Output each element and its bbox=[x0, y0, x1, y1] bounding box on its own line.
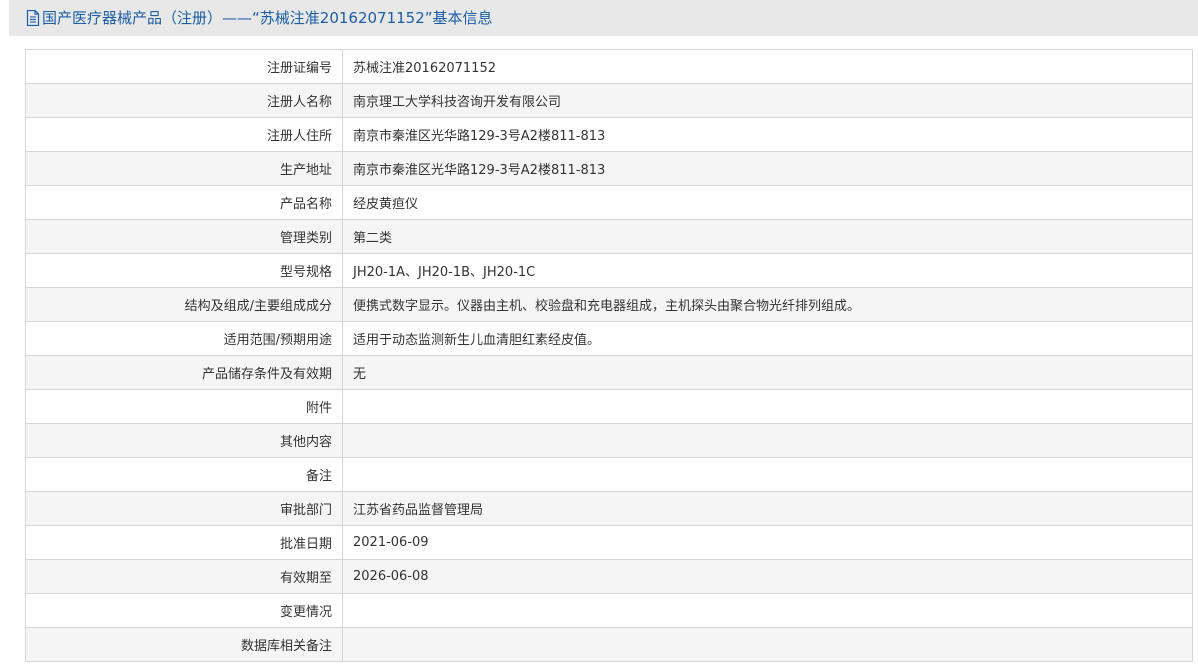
table-row: 审批部门 江苏省药品监督管理局 bbox=[25, 491, 1193, 526]
field-label: 产品储存条件及有效期 bbox=[25, 355, 343, 390]
field-label: 有效期至 bbox=[25, 559, 343, 594]
field-value bbox=[342, 457, 1193, 492]
table-row: 管理类别 第二类 bbox=[25, 219, 1193, 254]
table-row: 有效期至 2026-06-08 bbox=[25, 559, 1193, 594]
field-label: 适用范围/预期用途 bbox=[25, 321, 343, 356]
table-row: 适用范围/预期用途 适用于动态监测新生儿血清胆红素经皮值。 bbox=[25, 321, 1193, 356]
document-icon bbox=[26, 9, 40, 27]
field-value: 经皮黄疸仪 bbox=[342, 185, 1193, 220]
field-label: 数据库相关备注 bbox=[25, 627, 343, 662]
page-header: 国产医疗器械产品（注册）——“苏械注准20162071152”基本信息 bbox=[9, 0, 1198, 36]
field-value bbox=[342, 423, 1193, 458]
field-value: 便携式数字显示。仪器由主机、校验盘和充电器组成，主机探头由聚合物光纤排列组成。 bbox=[342, 287, 1193, 322]
table-row: 注册人住所 南京市秦淮区光华路129-3号A2楼811-813 bbox=[25, 117, 1193, 152]
field-value: 2021-06-09 bbox=[342, 525, 1193, 560]
field-value bbox=[342, 627, 1193, 662]
table-row: 附件 bbox=[25, 389, 1193, 424]
field-value: 苏械注准20162071152 bbox=[342, 49, 1193, 84]
field-label: 审批部门 bbox=[25, 491, 343, 526]
left-margin bbox=[0, 0, 9, 666]
field-value bbox=[342, 593, 1193, 628]
table-row: 数据库相关备注 bbox=[25, 627, 1193, 662]
table-row: 产品名称 经皮黄疸仪 bbox=[25, 185, 1193, 220]
field-label: 产品名称 bbox=[25, 185, 343, 220]
field-label: 结构及组成/主要组成成分 bbox=[25, 287, 343, 322]
table-row: 注册人名称 南京理工大学科技咨询开发有限公司 bbox=[25, 83, 1193, 118]
field-label: 备注 bbox=[25, 457, 343, 492]
field-label: 注册证编号 bbox=[25, 49, 343, 84]
table-row: 生产地址 南京市秦淮区光华路129-3号A2楼811-813 bbox=[25, 151, 1193, 186]
table-row: 其他内容 bbox=[25, 423, 1193, 458]
field-label: 附件 bbox=[25, 389, 343, 424]
table-row: 产品储存条件及有效期 无 bbox=[25, 355, 1193, 390]
field-value: 2026-06-08 bbox=[342, 559, 1193, 594]
table-row: 结构及组成/主要组成成分 便携式数字显示。仪器由主机、校验盘和充电器组成，主机探… bbox=[25, 287, 1193, 322]
main-content: 注册证编号 苏械注准20162071152 注册人名称 南京理工大学科技咨询开发… bbox=[9, 36, 1198, 666]
table-row: 备注 bbox=[25, 457, 1193, 492]
page-title: 国产医疗器械产品（注册）——“苏械注准20162071152”基本信息 bbox=[42, 9, 493, 27]
field-label: 变更情况 bbox=[25, 593, 343, 628]
detail-table: 注册证编号 苏械注准20162071152 注册人名称 南京理工大学科技咨询开发… bbox=[25, 49, 1193, 662]
field-value: 适用于动态监测新生儿血清胆红素经皮值。 bbox=[342, 321, 1193, 356]
field-value: 南京理工大学科技咨询开发有限公司 bbox=[342, 83, 1193, 118]
table-row: 变更情况 bbox=[25, 593, 1193, 628]
field-label: 型号规格 bbox=[25, 253, 343, 288]
field-value: 江苏省药品监督管理局 bbox=[342, 491, 1193, 526]
field-value bbox=[342, 389, 1193, 424]
table-row: 型号规格 JH20-1A、JH20-1B、JH20-1C bbox=[25, 253, 1193, 288]
field-value: 无 bbox=[342, 355, 1193, 390]
field-label: 其他内容 bbox=[25, 423, 343, 458]
field-label: 管理类别 bbox=[25, 219, 343, 254]
field-value: JH20-1A、JH20-1B、JH20-1C bbox=[342, 253, 1193, 288]
field-label: 生产地址 bbox=[25, 151, 343, 186]
field-label: 注册人名称 bbox=[25, 83, 343, 118]
field-value: 南京市秦淮区光华路129-3号A2楼811-813 bbox=[342, 117, 1193, 152]
table-row: 批准日期 2021-06-09 bbox=[25, 525, 1193, 560]
field-value: 南京市秦淮区光华路129-3号A2楼811-813 bbox=[342, 151, 1193, 186]
field-label: 注册人住所 bbox=[25, 117, 343, 152]
table-row: 注册证编号 苏械注准20162071152 bbox=[25, 49, 1193, 84]
field-label: 批准日期 bbox=[25, 525, 343, 560]
field-value: 第二类 bbox=[342, 219, 1193, 254]
